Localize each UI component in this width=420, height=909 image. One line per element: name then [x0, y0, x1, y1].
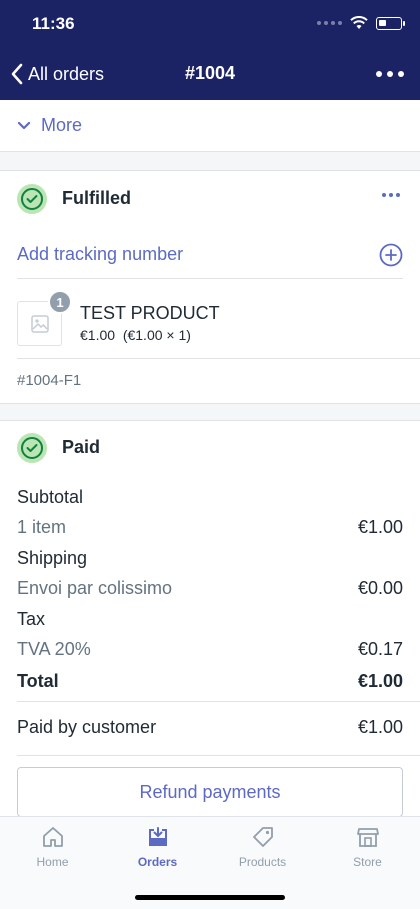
signal-icon — [317, 21, 342, 25]
fulfillment-id: #1004-F1 — [17, 372, 82, 389]
divider — [17, 701, 420, 702]
chevron-down-icon — [17, 121, 31, 129]
add-tracking-row[interactable]: Add tracking number — [17, 231, 403, 279]
battery-icon — [376, 16, 405, 30]
subtotal-value: €1.00 — [357, 517, 403, 537]
tab-orders-label: Orders — [137, 855, 178, 869]
subtotal-detail-row: 1 item €1.00 — [17, 517, 403, 545]
back-button[interactable]: All orders — [10, 60, 104, 88]
product-price: €1.00 (€1.00 × 1) — [80, 327, 191, 343]
nav-bar: All orders #1004 — [0, 50, 420, 100]
wifi-icon — [350, 16, 368, 29]
paid-check-icon — [17, 433, 47, 463]
paid-card: Paid Subtotal 1 item €1.00 Shipping Envo… — [0, 420, 420, 820]
payment-summary: Subtotal 1 item €1.00 Shipping Envoi par… — [17, 487, 403, 699]
total-value: €1.00 — [357, 671, 403, 691]
orders-icon — [148, 827, 167, 846]
image-placeholder-icon — [30, 314, 49, 333]
tag-icon — [252, 827, 273, 847]
more-label: More — [41, 115, 83, 135]
fulfilled-title: Fulfilled — [62, 188, 131, 208]
store-icon — [356, 828, 379, 847]
paid-by-customer-row: Paid by customer €1.00 — [17, 717, 403, 745]
shipping-detail-row: Envoi par colissimo €0.00 — [17, 578, 403, 606]
tab-home-label: Home — [36, 855, 69, 869]
tab-products[interactable]: Products — [210, 825, 315, 869]
total-label: Total — [17, 671, 59, 691]
tab-products-label: Products — [238, 855, 287, 869]
shipping-label: Shipping — [17, 548, 88, 568]
back-button-label: All orders — [28, 63, 105, 84]
shipping-detail: Envoi par colissimo — [17, 578, 173, 598]
quantity-badge: 1 — [48, 290, 72, 314]
paid-by-value: €1.00 — [357, 717, 403, 737]
refund-payments-button[interactable]: Refund payments — [17, 767, 403, 817]
shipping-row: Shipping — [17, 548, 403, 576]
fulfilled-check-icon — [17, 184, 47, 214]
home-indicator — [135, 895, 285, 900]
tab-store[interactable]: Store — [315, 825, 420, 869]
tab-store-label: Store — [353, 855, 382, 869]
subtotal-row: Subtotal — [17, 487, 403, 515]
divider — [17, 755, 420, 756]
home-icon — [42, 827, 63, 847]
more-toggle[interactable]: More — [0, 100, 420, 152]
add-tracking-link[interactable]: Add tracking number — [17, 244, 183, 265]
line-item[interactable]: 1 TEST PRODUCT €1.00 (€1.00 × 1) — [17, 279, 420, 359]
more-actions-button[interactable] — [376, 64, 404, 84]
chevron-left-icon — [11, 63, 23, 85]
subtotal-label: Subtotal — [17, 487, 84, 507]
add-circle-icon[interactable] — [379, 243, 403, 267]
tax-detail: TVA 20% — [17, 639, 91, 659]
status-time: 11:36 — [32, 14, 75, 33]
paid-by-label: Paid by customer — [17, 717, 157, 737]
status-bar: 11:36 — [0, 0, 420, 50]
total-row: Total €1.00 — [17, 671, 403, 699]
fulfilled-more-button[interactable] — [382, 193, 400, 197]
subtotal-detail: 1 item — [17, 517, 67, 537]
product-name: TEST PRODUCT — [80, 303, 220, 323]
tax-value: €0.17 — [357, 639, 403, 659]
status-icons — [317, 16, 405, 30]
shipping-value: €0.00 — [357, 578, 403, 598]
fulfilled-card: Fulfilled Add tracking number 1 TEST PRO… — [0, 170, 420, 404]
tab-home[interactable]: Home — [0, 825, 105, 869]
tab-orders[interactable]: Orders — [105, 825, 210, 869]
tax-row: Tax — [17, 609, 403, 637]
tax-label: Tax — [17, 609, 46, 629]
tax-detail-row: TVA 20% €0.17 — [17, 639, 403, 667]
paid-title: Paid — [62, 437, 101, 457]
